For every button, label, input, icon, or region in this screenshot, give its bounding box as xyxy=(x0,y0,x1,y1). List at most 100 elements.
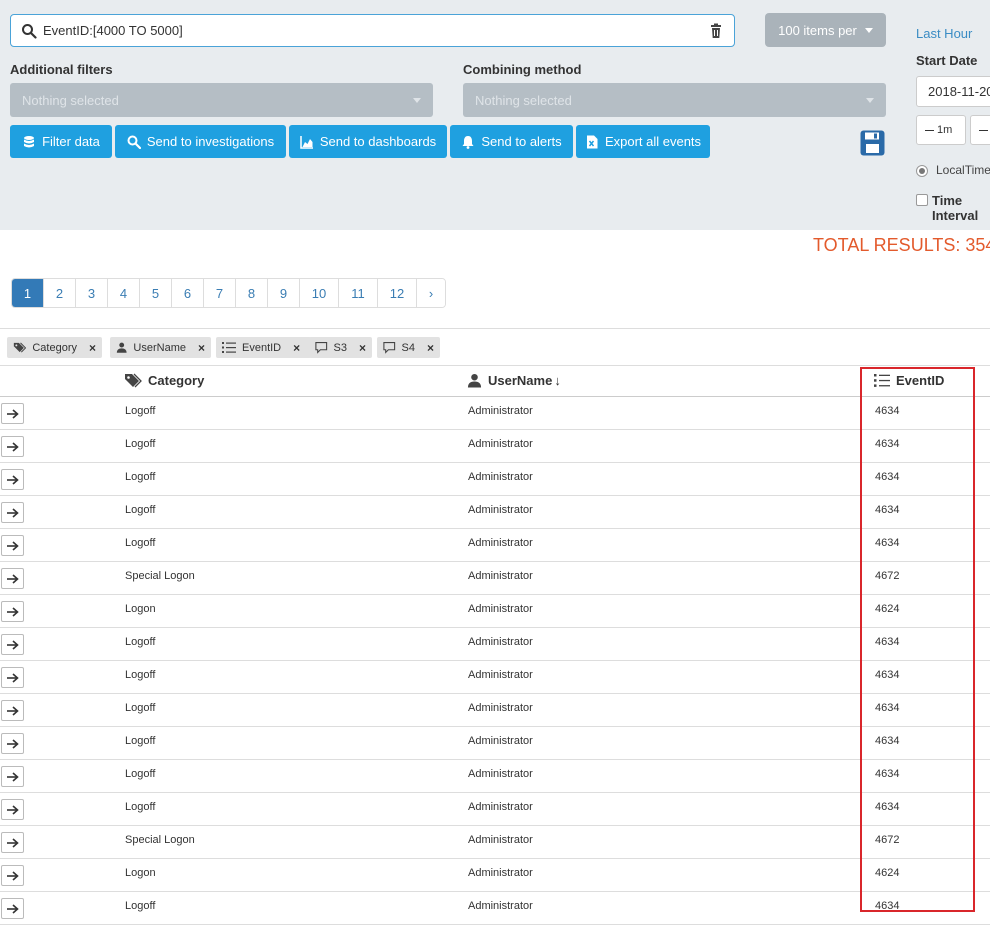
chip-username[interactable]: UserName × xyxy=(110,337,211,358)
open-row-button[interactable] xyxy=(1,436,24,457)
combining-method-select[interactable]: Nothing selected xyxy=(463,83,886,117)
remove-icon[interactable]: × xyxy=(198,341,205,355)
page-10[interactable]: 10 xyxy=(300,279,339,307)
sort-icon[interactable]: ↓ xyxy=(554,373,561,388)
cell-username: Administrator xyxy=(468,537,533,549)
remove-icon[interactable]: × xyxy=(427,341,434,355)
items-per-page-dropdown[interactable]: 100 items per xyxy=(765,13,886,47)
open-row-button[interactable] xyxy=(1,667,24,688)
chip-s4-label: S4 xyxy=(401,341,415,354)
remove-icon[interactable]: × xyxy=(359,341,366,355)
minus-1m-button[interactable]: 1m xyxy=(916,115,966,145)
page-9[interactable]: 9 xyxy=(268,279,300,307)
cell-category: Logoff xyxy=(125,801,156,813)
database-icon xyxy=(24,135,35,147)
cell-category: Logoff xyxy=(125,768,156,780)
header-category[interactable]: Category xyxy=(124,373,204,388)
page-7[interactable]: 7 xyxy=(204,279,236,307)
page-3[interactable]: 3 xyxy=(76,279,108,307)
tags-icon xyxy=(13,342,27,353)
table-row: Logon Administrator 4624 xyxy=(0,595,990,628)
cell-username: Administrator xyxy=(468,867,533,879)
search-icon xyxy=(127,135,141,149)
time-interval-checkbox[interactable] xyxy=(916,194,928,206)
open-row-button[interactable] xyxy=(1,502,24,523)
arrow-right-icon xyxy=(7,573,19,584)
open-row-button[interactable] xyxy=(1,469,24,490)
time-interval-label: Time Interval xyxy=(932,193,979,223)
table-row: Logoff Administrator 4634 xyxy=(0,463,990,496)
cell-username: Administrator xyxy=(468,570,533,582)
chip-s3[interactable]: S3 × xyxy=(309,337,372,358)
table-row: Logoff Administrator 4634 xyxy=(0,628,990,661)
open-row-button[interactable] xyxy=(1,601,24,622)
filter-data-button[interactable]: Filter data xyxy=(10,125,112,158)
page-5[interactable]: 5 xyxy=(140,279,172,307)
page-6[interactable]: 6 xyxy=(172,279,204,307)
page-4[interactable]: 4 xyxy=(108,279,140,307)
cell-category: Logon xyxy=(125,603,156,615)
open-row-button[interactable] xyxy=(1,700,24,721)
open-row-button[interactable] xyxy=(1,403,24,424)
page-2[interactable]: 2 xyxy=(44,279,76,307)
table-row: Logoff Administrator 4634 xyxy=(0,661,990,694)
minus-step-button[interactable] xyxy=(970,115,990,145)
search-box[interactable] xyxy=(10,14,735,47)
remove-icon[interactable]: × xyxy=(293,341,300,355)
remove-icon[interactable]: × xyxy=(89,341,96,355)
search-input[interactable] xyxy=(43,23,708,38)
arrow-right-icon xyxy=(7,672,19,683)
cell-eventid: 4672 xyxy=(875,834,900,846)
open-row-button[interactable] xyxy=(1,898,24,919)
chip-category[interactable]: Category × xyxy=(7,337,102,358)
header-username[interactable]: UserName ↓ xyxy=(467,373,561,388)
open-row-button[interactable] xyxy=(1,535,24,556)
arrow-right-icon xyxy=(7,441,19,452)
page-11[interactable]: 11 xyxy=(339,279,378,307)
cell-category: Logoff xyxy=(125,636,156,648)
chip-s4[interactable]: S4 × xyxy=(377,337,440,358)
user-icon xyxy=(116,342,127,353)
send-to-dashboards-button[interactable]: Send to dashboards xyxy=(289,125,447,158)
chip-username-label: UserName xyxy=(133,341,186,354)
page-12[interactable]: 12 xyxy=(378,279,417,307)
localtime-radio[interactable] xyxy=(916,165,928,177)
last-hour-link[interactable]: Last Hour xyxy=(916,26,972,41)
open-row-button[interactable] xyxy=(1,799,24,820)
send-to-alerts-label: Send to alerts xyxy=(481,134,562,149)
open-row-button[interactable] xyxy=(1,568,24,589)
cell-username: Administrator xyxy=(468,669,533,681)
send-to-alerts-button[interactable]: Send to alerts xyxy=(450,125,573,158)
page-8[interactable]: 8 xyxy=(236,279,268,307)
area-chart-icon xyxy=(300,135,313,149)
cell-username: Administrator xyxy=(468,603,533,615)
chip-eventid-label: EventID xyxy=(242,341,282,354)
page-1[interactable]: 1 xyxy=(12,279,44,307)
table-row: Special Logon Administrator 4672 xyxy=(0,562,990,595)
table-row: Logoff Administrator 4634 xyxy=(0,529,990,562)
send-to-investigations-button[interactable]: Send to investigations xyxy=(115,125,286,158)
combining-method-label: Combining method xyxy=(463,62,582,77)
cell-category: Logoff xyxy=(125,405,156,417)
additional-filters-select[interactable]: Nothing selected xyxy=(10,83,433,117)
save-icon[interactable] xyxy=(860,130,885,156)
open-row-button[interactable] xyxy=(1,733,24,754)
start-date-input[interactable]: 2018-11-20 xyxy=(916,76,990,107)
header-eventid[interactable]: EventID xyxy=(874,373,944,388)
arrow-right-icon xyxy=(7,870,19,881)
cell-category: Special Logon xyxy=(125,834,195,846)
open-row-button[interactable] xyxy=(1,865,24,886)
next-page[interactable]: › xyxy=(417,279,445,307)
chip-eventid[interactable]: EventID × xyxy=(216,337,311,358)
cell-username: Administrator xyxy=(468,636,533,648)
items-per-page-label: 100 items per xyxy=(778,22,857,38)
cell-eventid: 4624 xyxy=(875,867,900,879)
open-row-button[interactable] xyxy=(1,832,24,853)
export-all-events-button[interactable]: Export all events xyxy=(576,125,710,158)
cell-eventid: 4634 xyxy=(875,768,900,780)
chip-s3-label: S3 xyxy=(333,341,347,354)
open-row-button[interactable] xyxy=(1,634,24,655)
cell-username: Administrator xyxy=(468,768,533,780)
open-row-button[interactable] xyxy=(1,766,24,787)
trash-icon[interactable] xyxy=(708,23,724,39)
